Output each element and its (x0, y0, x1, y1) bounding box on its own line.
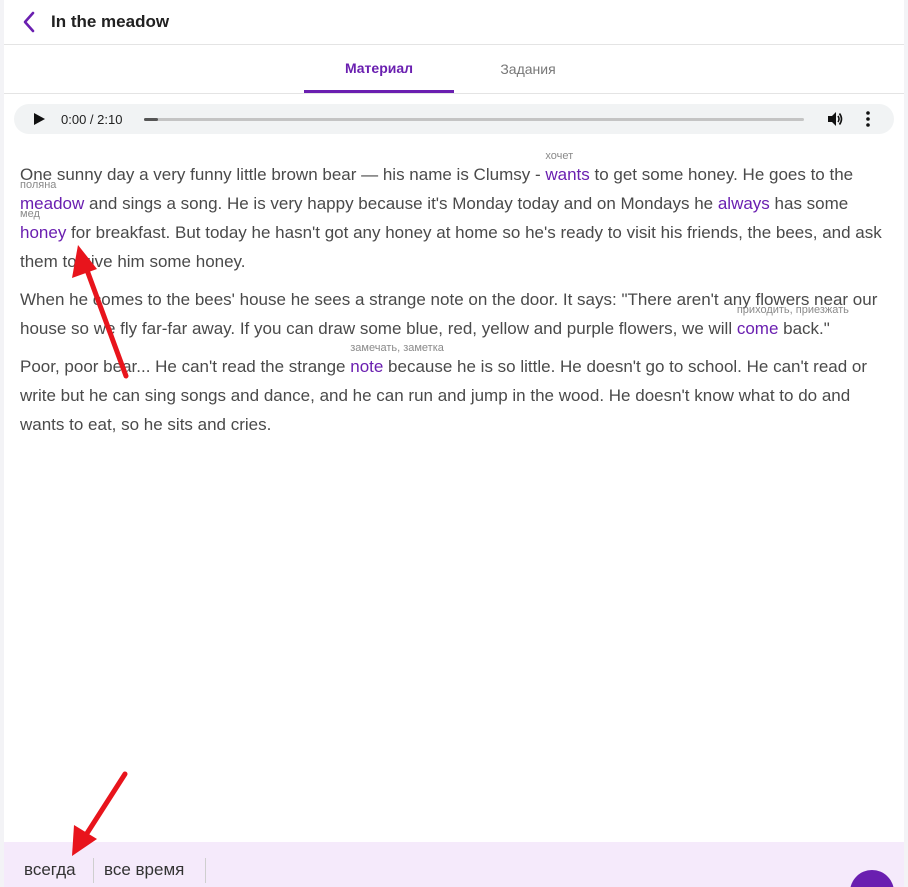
paragraph-3: Poor, poor bear... He can't read the str… (20, 343, 896, 439)
word-label: wants (545, 165, 590, 184)
paragraph-1: One sunny day a very funny little brown … (20, 151, 896, 276)
word-always[interactable]: always (718, 194, 770, 213)
word-come[interactable]: приходить, приезжать come (736, 305, 849, 339)
text-segment: Poor, poor bear... He can't read the str… (20, 357, 351, 376)
translation-bar: всегда все время (4, 842, 904, 887)
chevron-left-icon (23, 11, 35, 33)
text-segment: One sunny day a very funny little brown … (20, 165, 546, 184)
floating-action-button[interactable] (850, 870, 894, 887)
paragraph-2: When he comes to the bees' house he sees… (20, 285, 896, 343)
audio-player: 0:00 / 2:10 (14, 104, 894, 134)
gloss-wants: хочет (545, 150, 574, 162)
play-icon[interactable] (32, 112, 46, 126)
audio-seek-bar[interactable] (144, 118, 804, 121)
word-label: come (736, 319, 779, 338)
audio-time: 0:00 / 2:10 (61, 112, 123, 127)
gloss-meadow: поляна (20, 179, 57, 191)
header: In the meadow (4, 0, 904, 45)
gloss-honey: мед (20, 208, 40, 220)
text-segment: has some (769, 194, 849, 213)
tab-tasks[interactable]: Задания (454, 45, 602, 93)
divider (205, 858, 206, 883)
audio-progress (144, 118, 158, 121)
word-label: honey (20, 223, 67, 242)
lesson-panel: In the meadow Материал Задания 0:00 / 2:… (4, 0, 904, 887)
reading-text: One sunny day a very funny little brown … (20, 151, 896, 448)
translation-option[interactable]: всегда (24, 858, 76, 882)
text-segment: to get some honey. He goes to the (589, 165, 854, 184)
tab-material[interactable]: Материал (304, 45, 454, 93)
translation-option[interactable]: все время (104, 858, 184, 882)
gloss-note: замечать, заметка (350, 342, 444, 354)
text-segment: back." (778, 319, 830, 338)
text-segment: and sings a song. He is very happy becau… (84, 194, 718, 213)
word-wants[interactable]: хочет wants (545, 151, 590, 185)
back-button[interactable] (18, 10, 40, 34)
page-title: In the meadow (51, 12, 170, 31)
volume-icon[interactable] (826, 110, 844, 128)
word-note[interactable]: замечать, заметка note (350, 343, 444, 377)
word-honey[interactable]: мед honey (20, 209, 67, 243)
more-options-icon[interactable] (860, 110, 876, 128)
text-segment: for breakfast. But today he hasn't got a… (20, 223, 882, 271)
divider (93, 858, 94, 883)
tab-bar: Материал Задания (4, 45, 904, 94)
word-label: always (717, 194, 770, 213)
word-label: note (350, 357, 384, 376)
gloss-come: приходить, приезжать (736, 304, 849, 316)
